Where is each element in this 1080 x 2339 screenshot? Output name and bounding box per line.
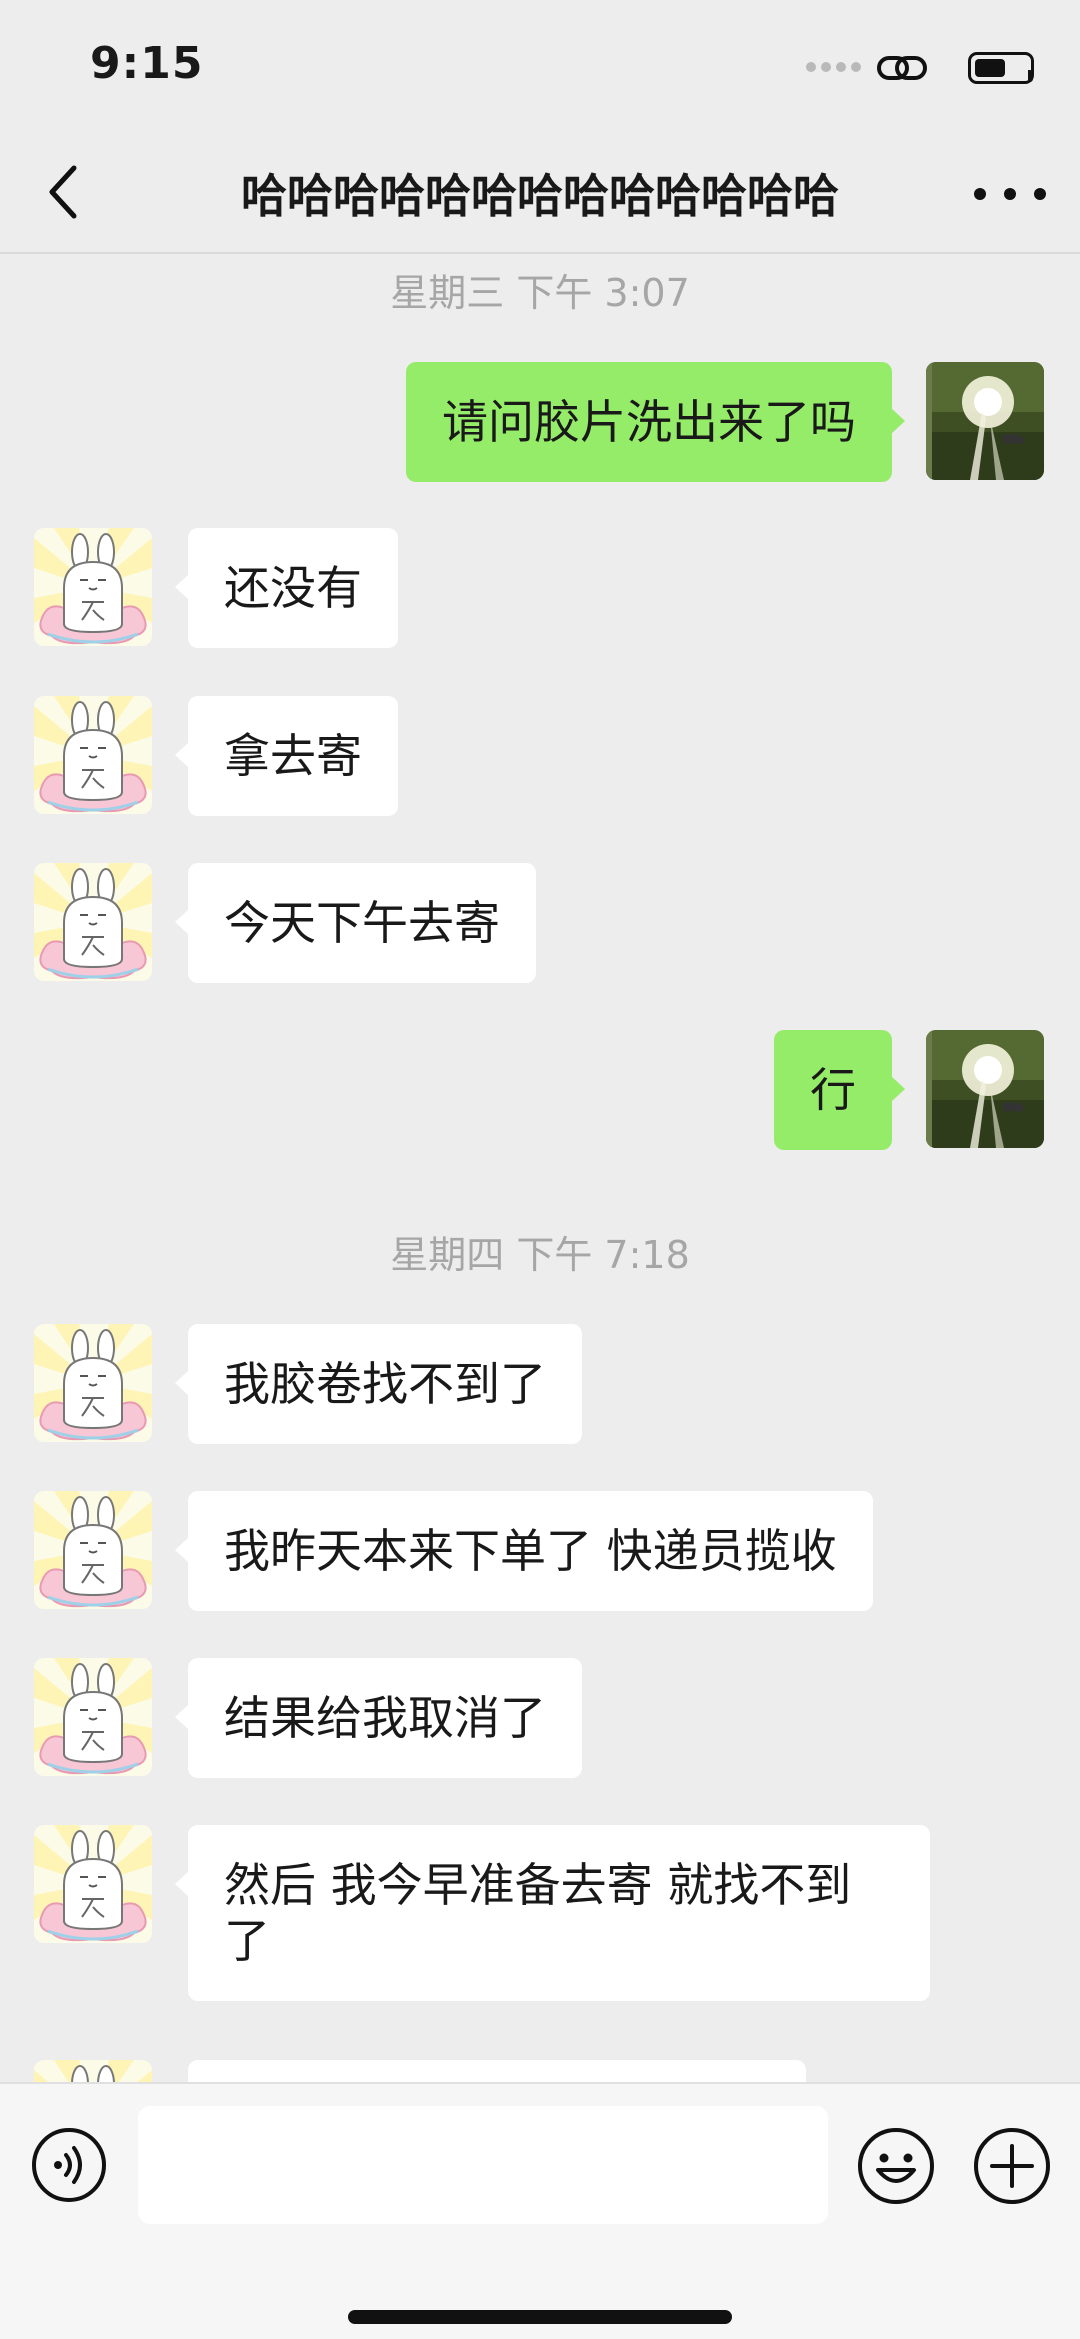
timestamp: 星期三 下午 3:07: [390, 271, 690, 315]
chat-title: 哈哈哈哈哈哈哈哈哈哈哈哈哈: [241, 169, 839, 223]
link-icon: [877, 56, 927, 80]
message-bubble-sent[interactable]: 行: [774, 1030, 905, 1150]
avatar-contact[interactable]: [34, 528, 152, 646]
status-time: 9:15: [90, 38, 204, 89]
plus-button[interactable]: [972, 2126, 1052, 2206]
signal-dots-icon: [806, 62, 862, 74]
battery-icon: [968, 52, 1034, 84]
status-bar: 9:15: [0, 0, 1080, 130]
message-bubble-received[interactable]: 我胶卷找不到了: [175, 1324, 582, 1444]
timestamp: 星期四 下午 7:18: [390, 1233, 690, 1277]
avatar-contact[interactable]: [34, 1491, 152, 1609]
message-list[interactable]: 星期三 下午 3:07 请问胶片洗出来了吗 还没有 拿去寄 今天下午去寄 行 星…: [0, 256, 1080, 2082]
avatar-contact[interactable]: [34, 696, 152, 814]
voice-button[interactable]: [30, 2126, 108, 2204]
emoji-button[interactable]: [856, 2126, 936, 2206]
chat-header: 哈哈哈哈哈哈哈哈哈哈哈哈哈: [0, 130, 1080, 254]
chevron-left-icon: [49, 165, 77, 219]
message-bubble-received[interactable]: [188, 2060, 806, 2082]
voice-icon: [32, 2128, 106, 2202]
avatar-contact[interactable]: [34, 1324, 152, 1442]
avatar-contact[interactable]: [34, 1825, 152, 1943]
message-bubble-received[interactable]: 还没有: [175, 528, 398, 648]
avatar-self[interactable]: [926, 1030, 1044, 1148]
emoji-icon: [858, 2128, 934, 2204]
avatar-contact[interactable]: [34, 1658, 152, 1776]
message-bubble-received[interactable]: 结果给我取消了: [175, 1658, 582, 1778]
plus-icon: [974, 2128, 1050, 2204]
avatar-contact[interactable]: [34, 863, 152, 981]
message-bubble-received[interactable]: 然后 我今早准备去寄 就找不到了: [175, 1825, 930, 2001]
home-indicator[interactable]: [348, 2310, 732, 2324]
message-bubble-received[interactable]: 我昨天本来下单了 快递员揽收: [175, 1491, 873, 1611]
input-toolbar: [0, 2082, 1080, 2339]
avatar-contact[interactable]: [34, 2060, 152, 2082]
avatar-self[interactable]: [926, 362, 1044, 480]
message-input[interactable]: [138, 2106, 828, 2224]
message-bubble-received[interactable]: 拿去寄: [175, 696, 398, 816]
status-icons: [780, 48, 1040, 88]
message-bubble-sent[interactable]: 请问胶片洗出来了吗: [406, 362, 905, 482]
message-bubble-received[interactable]: 今天下午去寄: [175, 863, 536, 983]
back-button[interactable]: [34, 152, 94, 232]
more-button[interactable]: [970, 160, 1050, 224]
